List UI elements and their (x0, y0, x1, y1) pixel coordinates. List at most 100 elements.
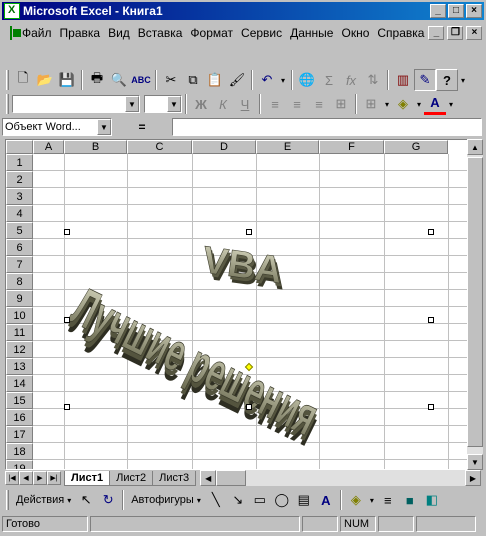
sheet-tab-2[interactable]: Лист2 (109, 470, 154, 486)
underline-button[interactable]: Ч (234, 93, 256, 115)
merge-center-icon[interactable]: ⊞ (330, 93, 352, 115)
scroll-up-icon[interactable]: ▲ (467, 139, 483, 155)
fill-dropdown-icon[interactable]: ▾ (414, 93, 424, 115)
undo-icon[interactable]: ↶ (256, 69, 278, 91)
menu-insert[interactable]: Вставка (134, 26, 187, 40)
toolbar-grip[interactable] (6, 70, 9, 90)
doc-close-button[interactable]: × (466, 26, 483, 40)
wordart-object[interactable]: VBA VBA VBA Лучшие решения Лучшие решени… (6, 140, 481, 470)
select-objects-icon[interactable]: ↖ (75, 489, 97, 511)
font-color-icon[interactable]: A (424, 93, 446, 115)
fill-color-icon[interactable]: ◈ (345, 489, 367, 511)
menu-data[interactable]: Данные (286, 26, 337, 40)
formula-input[interactable] (172, 118, 482, 136)
line-style-icon[interactable]: ≡ (377, 489, 399, 511)
textbox-icon[interactable]: ▤ (293, 489, 315, 511)
save-icon[interactable]: 💾 (56, 69, 78, 91)
resize-handle[interactable] (428, 404, 434, 410)
print-icon[interactable]: 🖶 (86, 69, 108, 91)
font-combo[interactable]: ▼ (12, 95, 140, 113)
doc-restore-button[interactable]: ❐ (447, 26, 464, 40)
prev-sheet-icon[interactable]: ◀ (19, 471, 33, 485)
italic-button[interactable]: К (212, 93, 234, 115)
chart-wizard-icon[interactable]: ▥ (392, 69, 414, 91)
excel-app-icon[interactable] (4, 3, 20, 19)
print-preview-icon[interactable]: 🔍 (108, 69, 130, 91)
menu-file[interactable]: Файл (18, 26, 56, 40)
font-size-combo[interactable]: ▼ (144, 95, 182, 113)
align-right-icon[interactable]: ≡ (308, 93, 330, 115)
resize-handle[interactable] (246, 404, 252, 410)
menu-window[interactable]: Окно (337, 26, 373, 40)
bold-button[interactable]: Ж (190, 93, 212, 115)
rectangle-icon[interactable]: ▭ (249, 489, 271, 511)
worksheet-grid[interactable]: ABCDEFG 1 2 3 4 5 6 7 8 9 10 11 12 13 14 15 16 17 18 19 VB… (5, 139, 481, 470)
fill-color-icon[interactable]: ◈ (392, 93, 414, 115)
scroll-right-icon[interactable]: ▶ (465, 470, 481, 486)
spelling-icon[interactable]: ABC (130, 69, 152, 91)
maximize-button[interactable]: □ (448, 4, 464, 18)
help-icon[interactable]: ? (436, 69, 458, 91)
resize-handle[interactable] (428, 229, 434, 235)
resize-handle[interactable] (428, 317, 434, 323)
function-icon[interactable]: fx (340, 69, 362, 91)
horizontal-scrollbar[interactable]: ◀ ▶ (200, 470, 481, 486)
copy-icon[interactable]: ⧉ (182, 69, 204, 91)
align-center-icon[interactable]: ≡ (286, 93, 308, 115)
shadow-icon[interactable]: ■ (399, 489, 421, 511)
menu-help[interactable]: Справка (373, 26, 428, 40)
chevron-down-icon[interactable]: ▼ (167, 96, 181, 112)
drawing-icon[interactable]: ✎ (414, 69, 436, 91)
autoshapes-menu[interactable]: Автофигуры ▾ (127, 494, 205, 506)
help-dropdown-icon[interactable]: ▾ (458, 69, 468, 91)
free-rotate-icon[interactable]: ↻ (97, 489, 119, 511)
horizontal-scroll-thumb[interactable] (216, 470, 247, 486)
sort-icon[interactable]: ⇅ (362, 69, 384, 91)
chevron-down-icon[interactable]: ▼ (125, 96, 139, 112)
new-icon[interactable]: 🗋 (12, 69, 34, 91)
workbook-icon[interactable] (10, 26, 21, 40)
last-sheet-icon[interactable]: ▶| (47, 471, 61, 485)
fill-dropdown-icon[interactable]: ▾ (367, 489, 377, 511)
chevron-down-icon[interactable]: ▼ (97, 119, 111, 135)
menu-view[interactable]: Вид (104, 26, 134, 40)
resize-handle[interactable] (64, 404, 70, 410)
minimize-button[interactable]: _ (430, 4, 446, 18)
line-icon[interactable]: ╲ (205, 489, 227, 511)
vertical-scrollbar[interactable]: ▲ ▼ (467, 139, 483, 470)
sheet-tab-3[interactable]: Лист3 (152, 470, 197, 486)
toolbar-grip[interactable] (6, 490, 9, 510)
wordart-icon[interactable]: A (315, 489, 337, 511)
name-box[interactable]: Объект Word... ▼ (2, 118, 112, 136)
undo-dropdown-icon[interactable]: ▾ (278, 69, 288, 91)
oval-icon[interactable]: ◯ (271, 489, 293, 511)
menu-edit[interactable]: Правка (56, 26, 105, 40)
resize-handle[interactable] (64, 229, 70, 235)
borders-icon[interactable]: ⊞ (360, 93, 382, 115)
3d-icon[interactable]: ◧ (421, 489, 443, 511)
first-sheet-icon[interactable]: |◀ (5, 471, 19, 485)
menu-tools[interactable]: Сервис (237, 26, 286, 40)
formula-equals[interactable]: = (112, 120, 172, 134)
font-color-dropdown-icon[interactable]: ▾ (446, 93, 456, 115)
borders-dropdown-icon[interactable]: ▾ (382, 93, 392, 115)
align-left-icon[interactable]: ≡ (264, 93, 286, 115)
scroll-left-icon[interactable]: ◀ (200, 470, 217, 486)
resize-handle[interactable] (246, 229, 252, 235)
format-painter-icon[interactable]: 🖌 (226, 69, 248, 91)
arrow-icon[interactable]: ↘ (227, 489, 249, 511)
autosum-icon[interactable]: Σ (318, 69, 340, 91)
close-button[interactable]: × (466, 4, 482, 18)
scroll-down-icon[interactable]: ▼ (467, 454, 483, 470)
doc-minimize-button[interactable]: _ (428, 26, 445, 40)
hyperlink-icon[interactable]: 🌐 (296, 69, 318, 91)
vertical-scroll-thumb[interactable] (467, 157, 483, 447)
toolbar-grip[interactable] (6, 94, 9, 114)
paste-icon[interactable]: 📋 (204, 69, 226, 91)
actions-menu[interactable]: Действия ▾ (12, 494, 75, 506)
menu-format[interactable]: Формат (186, 26, 237, 40)
open-icon[interactable]: 📂 (34, 69, 56, 91)
sheet-tab-1[interactable]: Лист1 (64, 470, 111, 486)
next-sheet-icon[interactable]: ▶ (33, 471, 47, 485)
resize-handle[interactable] (64, 317, 70, 323)
